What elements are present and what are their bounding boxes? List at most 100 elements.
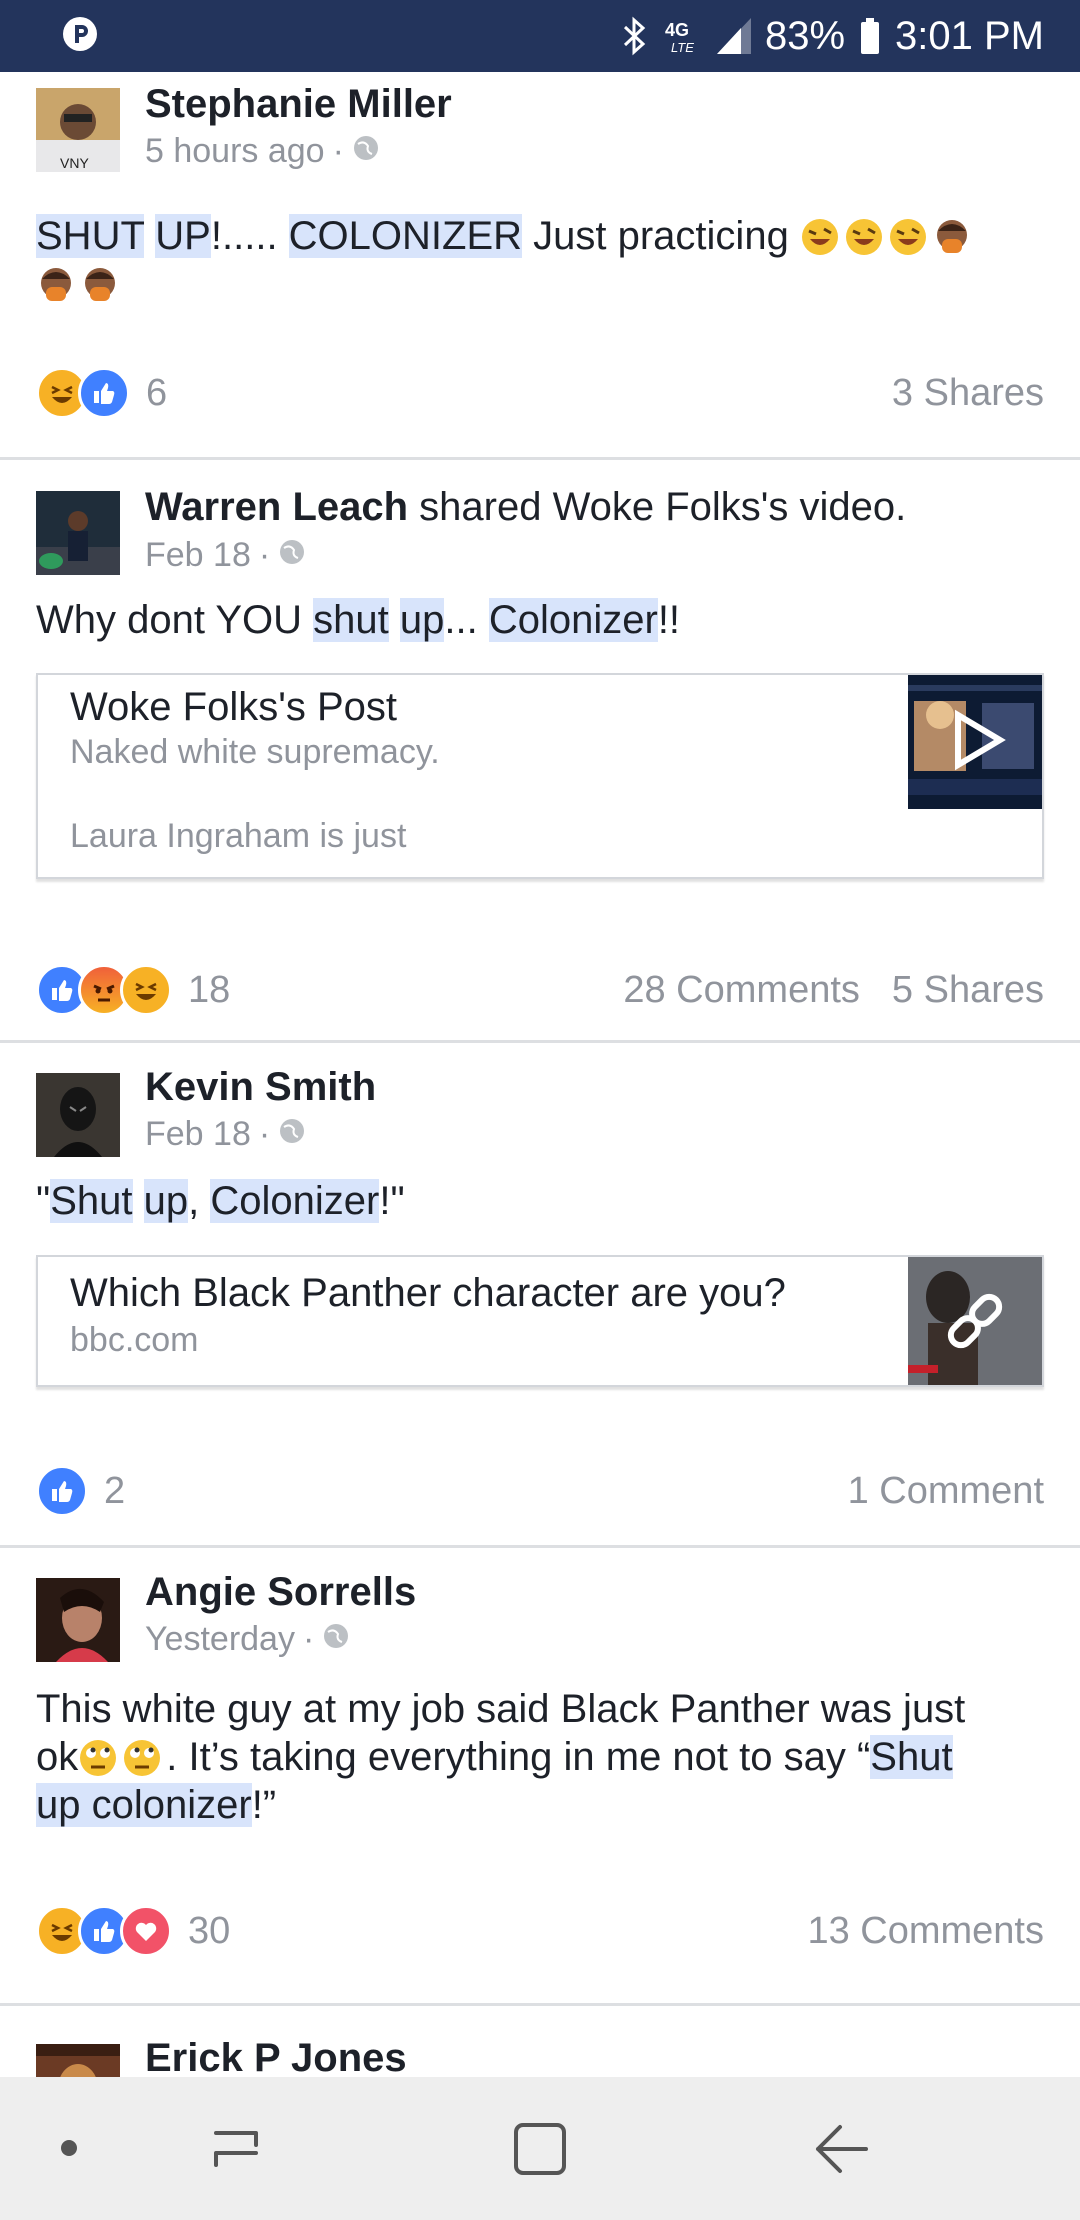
love-reaction-icon xyxy=(120,1905,172,1957)
globe-icon xyxy=(322,1620,350,1659)
rofl-emoji-icon xyxy=(889,219,926,255)
reaction-count[interactable]: 6 xyxy=(146,372,167,415)
post-author[interactable]: Angie Sorrells xyxy=(145,1570,416,1615)
feed-post: VNY Stephanie Miller 5 hours ago · SHUT … xyxy=(0,72,1080,460)
post-text: "Shut up, Colonizer!" xyxy=(36,1179,405,1223)
svg-text:4G: 4G xyxy=(665,20,689,40)
link-thumbnail[interactable] xyxy=(908,1257,1042,1390)
shares-count[interactable]: 3 Shares xyxy=(892,372,1044,415)
shares-count[interactable]: 5 Shares xyxy=(892,969,1044,1012)
bluetooth-icon xyxy=(621,16,649,56)
card-description: Laura Ingraham is just xyxy=(70,817,407,855)
facepalm-emoji-icon xyxy=(41,268,71,301)
post-author[interactable]: Stephanie Miller xyxy=(145,82,452,127)
comments-count[interactable]: 1 Comment xyxy=(848,1470,1044,1513)
highlight-term[interactable]: Colonizer xyxy=(488,598,658,642)
reaction-summary[interactable] xyxy=(36,1465,88,1517)
status-bar: 4G LTE 83% 3:01 PM xyxy=(0,0,1080,72)
link-preview-card[interactable]: Which Black Panther character are you? b… xyxy=(36,1255,1044,1387)
feed-post: Erick P Jones xyxy=(0,2006,1080,2077)
haha-reaction-icon xyxy=(120,964,172,1016)
reaction-summary[interactable] xyxy=(36,1905,172,1957)
recent-apps-button[interactable] xyxy=(206,2119,266,2184)
home-button[interactable] xyxy=(508,2117,572,2186)
shared-video-card[interactable]: Woke Folks's Post Naked white supremacy.… xyxy=(36,673,1044,879)
globe-icon xyxy=(278,536,306,575)
post-meta: Feb 18 · xyxy=(145,1115,306,1154)
video-thumbnail[interactable] xyxy=(908,675,1042,814)
post-author[interactable]: Erick P Jones xyxy=(145,2036,407,2077)
facepalm-emoji-icon xyxy=(936,220,967,253)
post-author[interactable]: Warren Leach xyxy=(145,485,408,529)
post-author-line: Warren Leach shared Woke Folks's video. xyxy=(145,485,906,530)
nav-dot-button[interactable] xyxy=(50,2129,88,2167)
highlight-term[interactable]: up xyxy=(143,1179,189,1223)
4g-lte-icon: 4G LTE xyxy=(663,16,703,56)
highlight-term[interactable]: shut xyxy=(313,598,389,642)
highlight-term[interactable]: Shut xyxy=(870,1735,953,1779)
highlight-term[interactable]: Colonizer xyxy=(210,1179,380,1223)
recent-apps-icon xyxy=(214,2131,258,2167)
feed-post: Angie Sorrells Yesterday · This white gu… xyxy=(0,1548,1080,2006)
post-meta: 5 hours ago · xyxy=(145,132,380,171)
avatar[interactable] xyxy=(36,1578,120,1662)
highlight-term[interactable]: up xyxy=(399,598,445,642)
post-timestamp[interactable]: 5 hours ago xyxy=(145,132,325,171)
home-icon xyxy=(514,2123,566,2175)
rofl-emoji-icon xyxy=(845,219,882,255)
card-subtitle: Naked white supremacy. xyxy=(70,733,440,771)
reaction-count[interactable]: 18 xyxy=(188,969,230,1012)
feed-post: Warren Leach shared Woke Folks's video. … xyxy=(0,460,1080,1043)
rolling-eyes-emoji-icon xyxy=(124,1740,161,1776)
rofl-emoji-icon xyxy=(801,219,838,255)
reaction-count[interactable]: 2 xyxy=(104,1470,125,1513)
post-timestamp[interactable]: Feb 18 xyxy=(145,1115,251,1154)
globe-icon xyxy=(278,1115,306,1154)
post-stats: 30 13 Comments xyxy=(36,1905,1044,1957)
avatar[interactable]: VNY xyxy=(36,88,120,172)
avatar[interactable] xyxy=(36,1073,120,1157)
globe-icon xyxy=(352,132,380,171)
card-domain: bbc.com xyxy=(70,1321,199,1359)
post-author[interactable]: Kevin Smith xyxy=(145,1065,376,1110)
highlight-term[interactable]: Shut xyxy=(50,1179,133,1223)
comments-count[interactable]: 28 Comments xyxy=(623,969,860,1012)
back-button[interactable] xyxy=(810,2119,874,2184)
battery-icon xyxy=(859,16,881,56)
feed-post: Kevin Smith Feb 18 · "Shut up, Colonizer… xyxy=(0,1043,1080,1548)
navigation-bar xyxy=(0,2077,1080,2220)
facepalm-emoji-icon xyxy=(85,268,115,301)
post-text: This white guy at my job said Black Pant… xyxy=(36,1687,966,1827)
reaction-summary[interactable] xyxy=(36,964,172,1016)
card-title: Which Black Panther character are you? xyxy=(70,1271,786,1315)
post-action: shared Woke Folks's video. xyxy=(408,485,907,529)
post-meta: Feb 18 · xyxy=(145,536,306,575)
highlight-term[interactable]: COLONIZER xyxy=(288,214,523,258)
post-stats: 6 3 Shares xyxy=(36,367,1044,419)
app-notification-icon xyxy=(63,17,97,51)
post-stats: 18 28 Comments 5 Shares xyxy=(36,964,1044,1016)
highlight-term[interactable]: up colonizer xyxy=(36,1783,252,1827)
back-icon xyxy=(816,2125,868,2173)
highlight-term[interactable]: SHUT xyxy=(36,214,145,258)
svg-text:LTE: LTE xyxy=(671,40,694,55)
news-feed[interactable]: VNY Stephanie Miller 5 hours ago · SHUT … xyxy=(0,72,1080,2077)
post-stats: 2 1 Comment xyxy=(36,1465,1044,1517)
post-timestamp[interactable]: Yesterday xyxy=(145,1620,295,1659)
post-text: Why dont YOU shut up... Colonizer!! xyxy=(36,598,681,642)
avatar[interactable] xyxy=(36,491,120,575)
rolling-eyes-emoji-icon xyxy=(80,1740,117,1776)
like-reaction-icon xyxy=(36,1465,88,1517)
signal-icon xyxy=(716,18,751,54)
reaction-summary[interactable] xyxy=(36,367,130,419)
post-timestamp[interactable]: Feb 18 xyxy=(145,536,251,575)
reaction-count[interactable]: 30 xyxy=(188,1910,230,1953)
post-text: SHUT UP!..... COLONIZER Just practicing xyxy=(36,212,1040,308)
like-reaction-icon xyxy=(78,367,130,419)
comments-count[interactable]: 13 Comments xyxy=(807,1910,1044,1953)
highlight-term[interactable]: UP xyxy=(155,214,211,258)
post-meta: Yesterday · xyxy=(145,1620,350,1659)
avatar[interactable] xyxy=(36,2044,120,2077)
svg-text:VNY: VNY xyxy=(60,155,89,171)
battery-percent: 83% xyxy=(764,13,846,58)
